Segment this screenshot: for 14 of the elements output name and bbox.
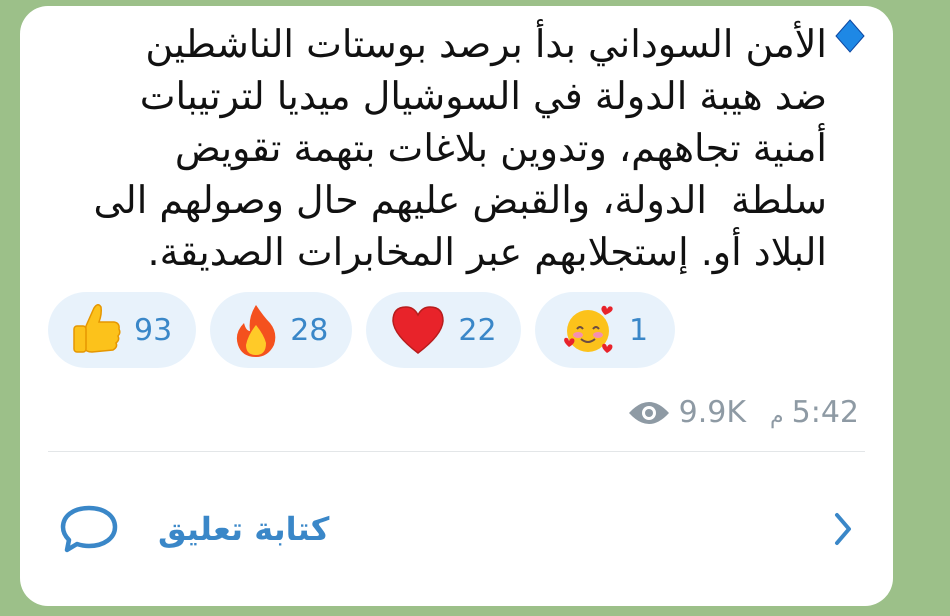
reaction-button[interactable]: 1 (534, 292, 675, 368)
chevron-right-icon[interactable] (833, 511, 853, 547)
view-count: 9.9K (678, 394, 746, 432)
reaction-button[interactable]: 22 (366, 292, 521, 368)
comment-icon (60, 504, 118, 554)
diamond-icon (835, 19, 865, 53)
reaction-button[interactable]: 28 (210, 292, 352, 368)
message-text: الأمن السوداني بدأ برصد بوستات الناشطين ضد هيبة الدولة في السوشيال ميديا لترتيبات أمنية تجاههم، وتدوين بلاغات بتهمة تقويض سلطة الدولة، والقبض عليهم حال وصولهم الى البلاد أو. إستجلابهم عبر المخابرات الصديقة. (93, 14, 827, 282)
write-comment-button[interactable]: كتابة تعليق (158, 505, 330, 553)
fire-icon (234, 303, 278, 357)
time-period: م (770, 403, 784, 431)
reaction-button[interactable]: 93 (48, 292, 196, 368)
heart-icon (390, 305, 446, 355)
message-time: 5:42 (792, 394, 859, 432)
